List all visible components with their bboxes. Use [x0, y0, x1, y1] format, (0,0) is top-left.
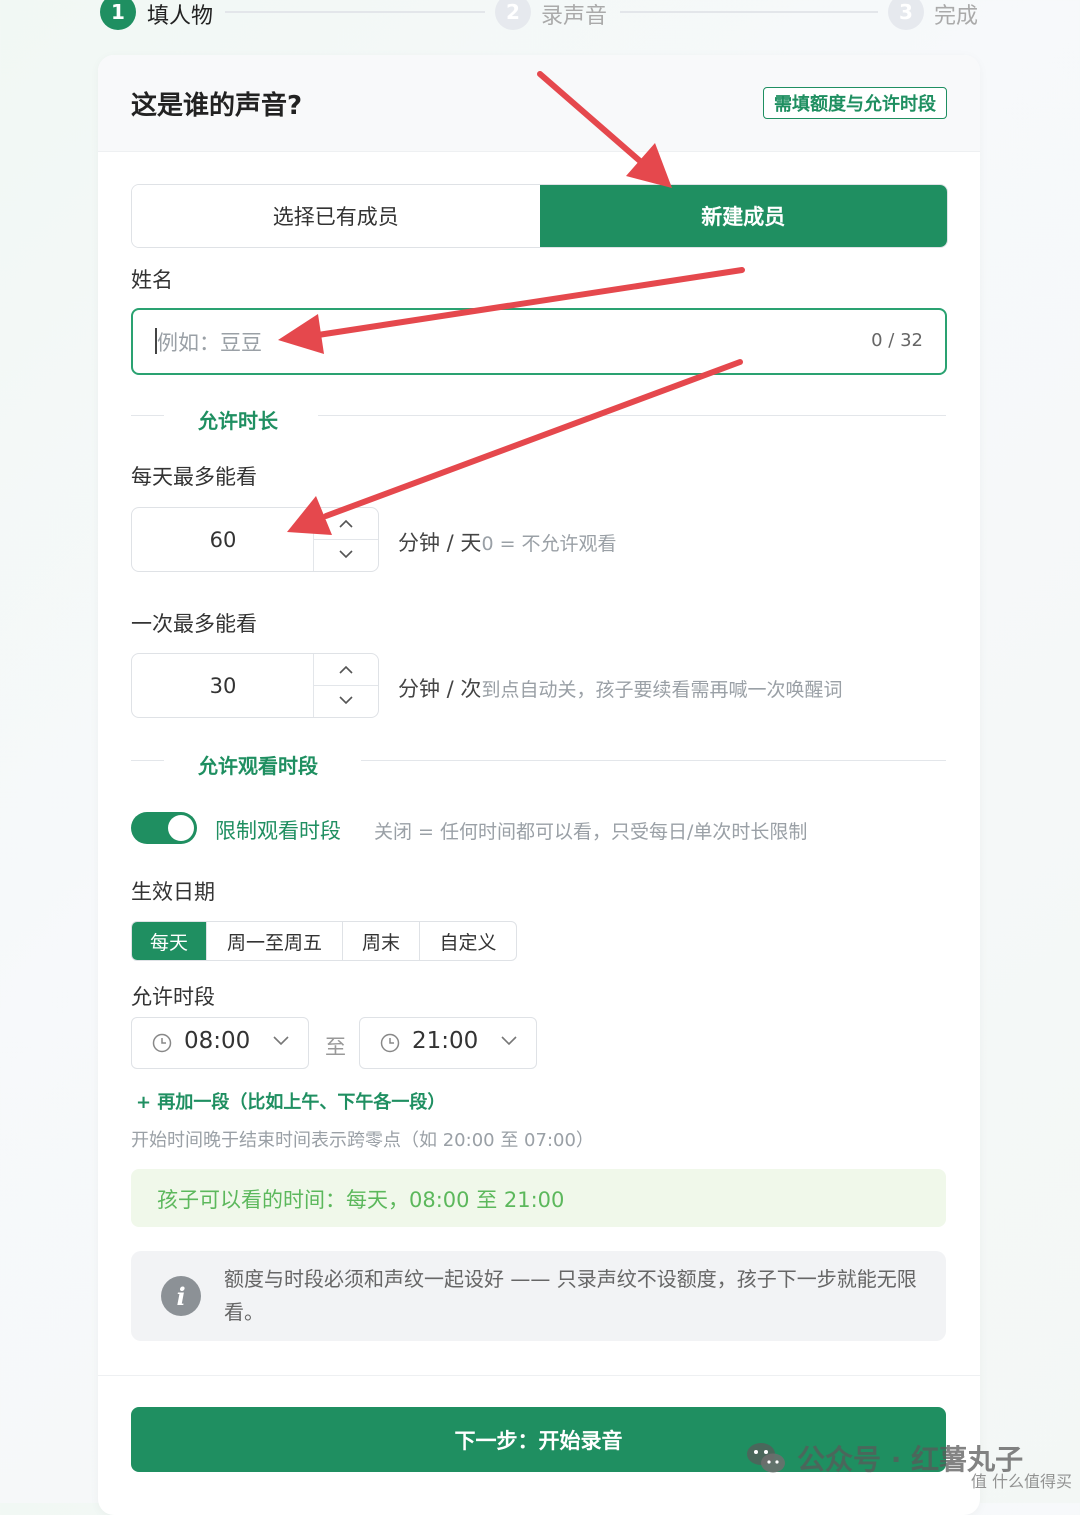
step-2-indicator: 2	[495, 0, 531, 30]
end-time-value: 21:00	[412, 1028, 479, 1054]
divider	[318, 415, 946, 416]
session-limit-value[interactable]: 30	[132, 654, 314, 717]
step-1-indicator: 1	[100, 0, 136, 30]
allowed-time-summary: 孩子可以看的时间：每天，08:00 至 21:00	[131, 1169, 946, 1227]
select-existing-member-button[interactable]: 选择已有成员	[132, 185, 540, 247]
name-char-count: 0 / 32	[871, 330, 923, 351]
end-time-picker[interactable]: 21:00	[359, 1017, 537, 1069]
chevron-up-icon[interactable]	[314, 654, 378, 686]
chevron-down-icon[interactable]	[314, 539, 378, 570]
period-section-title: 允许观看时段	[198, 754, 318, 778]
page-title: 这是谁的声音?	[131, 91, 303, 121]
info-text: 额度与时段必须和声纹一起设好 —— 只录声纹不设额度，孩子下一步就能无限看。	[224, 1267, 917, 1324]
step-1-label: 填人物	[147, 4, 214, 29]
requirement-badge: 需填额度与允许时段	[763, 87, 947, 119]
duration-section-title: 允许时长	[198, 409, 278, 433]
session-limit-label: 一次最多能看	[131, 612, 257, 636]
member-mode-switch: 选择已有成员 新建成员	[131, 184, 948, 248]
info-icon: i	[161, 1276, 201, 1316]
summary-text: 孩子可以看的时间：每天，08:00 至 21:00	[157, 1188, 565, 1212]
tab-everyday[interactable]: 每天	[132, 922, 207, 960]
session-limit-unit: 分钟 / 次到点自动关，孩子要续看需再喊一次唤醒词	[398, 673, 842, 703]
name-label: 姓名	[131, 268, 173, 292]
step-connector	[620, 11, 878, 13]
step-2-label: 录声音	[541, 4, 608, 29]
tab-weekdays[interactable]: 周一至周五	[207, 922, 343, 960]
session-limit-stepper[interactable]: 30	[131, 653, 379, 718]
range-separator: 至	[325, 1035, 346, 1059]
daily-unit-text: 分钟 / 天	[398, 531, 482, 555]
date-tabs: 每天 周一至周五 周末 自定义	[131, 921, 517, 961]
step-3-indicator: 3	[888, 0, 924, 30]
chevron-down-icon	[273, 1036, 289, 1046]
name-input[interactable]: 例如：豆豆 0 / 32	[131, 308, 947, 375]
divider	[131, 415, 164, 416]
chevron-down-icon	[501, 1036, 517, 1046]
start-time-picker[interactable]: 08:00	[131, 1017, 309, 1069]
time-range-label: 允许时段	[131, 985, 215, 1009]
start-time-value: 08:00	[184, 1028, 251, 1054]
tab-custom[interactable]: 自定义	[420, 922, 516, 960]
step-connector	[225, 11, 485, 13]
limit-period-toggle[interactable]	[131, 812, 197, 844]
toggle-knob	[168, 815, 194, 841]
divider	[131, 760, 164, 761]
cross-midnight-note: 开始时间晚于结束时间表示跨零点（如 20:00 至 07:00）	[131, 1130, 594, 1151]
session-limit-hint: 到点自动关，孩子要续看需再喊一次唤醒词	[481, 679, 843, 701]
add-period-link[interactable]: + 再加一段（比如上午、下午各一段）	[136, 1088, 445, 1114]
info-notice: i 额度与时段必须和声纹一起设好 —— 只录声纹不设额度，孩子下一步就能无限看。	[131, 1251, 946, 1341]
card-header: 这是谁的声音? 需填额度与允许时段	[98, 55, 980, 152]
footer-divider	[98, 1375, 980, 1376]
chevron-up-icon[interactable]	[314, 508, 378, 540]
clock-icon	[380, 1033, 400, 1053]
tab-weekend[interactable]: 周末	[343, 922, 420, 960]
name-placeholder: 例如：豆豆	[157, 331, 262, 355]
daily-limit-unit: 分钟 / 天0 = 不允许观看	[398, 527, 617, 557]
divider	[361, 760, 946, 761]
effective-date-label: 生效日期	[131, 880, 215, 904]
daily-limit-hint: 0 = 不允许观看	[481, 533, 617, 555]
watermark-sub: 值 什么值得买	[970, 1472, 1072, 1491]
daily-limit-value[interactable]: 60	[132, 508, 314, 571]
chevron-down-icon[interactable]	[314, 685, 378, 716]
clock-icon	[152, 1033, 172, 1053]
daily-limit-stepper[interactable]: 60	[131, 507, 379, 572]
limit-period-hint: 关闭 = 任何时间都可以看，只受每日/单次时长限制	[374, 821, 808, 843]
session-unit-text: 分钟 / 次	[398, 677, 482, 701]
person-form-card: 这是谁的声音? 需填额度与允许时段 选择已有成员 新建成员 姓名 例如：豆豆 0…	[98, 55, 980, 1515]
limit-period-label: 限制观看时段	[215, 819, 341, 843]
new-member-button[interactable]: 新建成员	[539, 185, 947, 247]
step-3-label: 完成	[934, 4, 979, 29]
wechat-icon	[747, 1443, 785, 1473]
daily-limit-label: 每天最多能看	[131, 465, 257, 489]
